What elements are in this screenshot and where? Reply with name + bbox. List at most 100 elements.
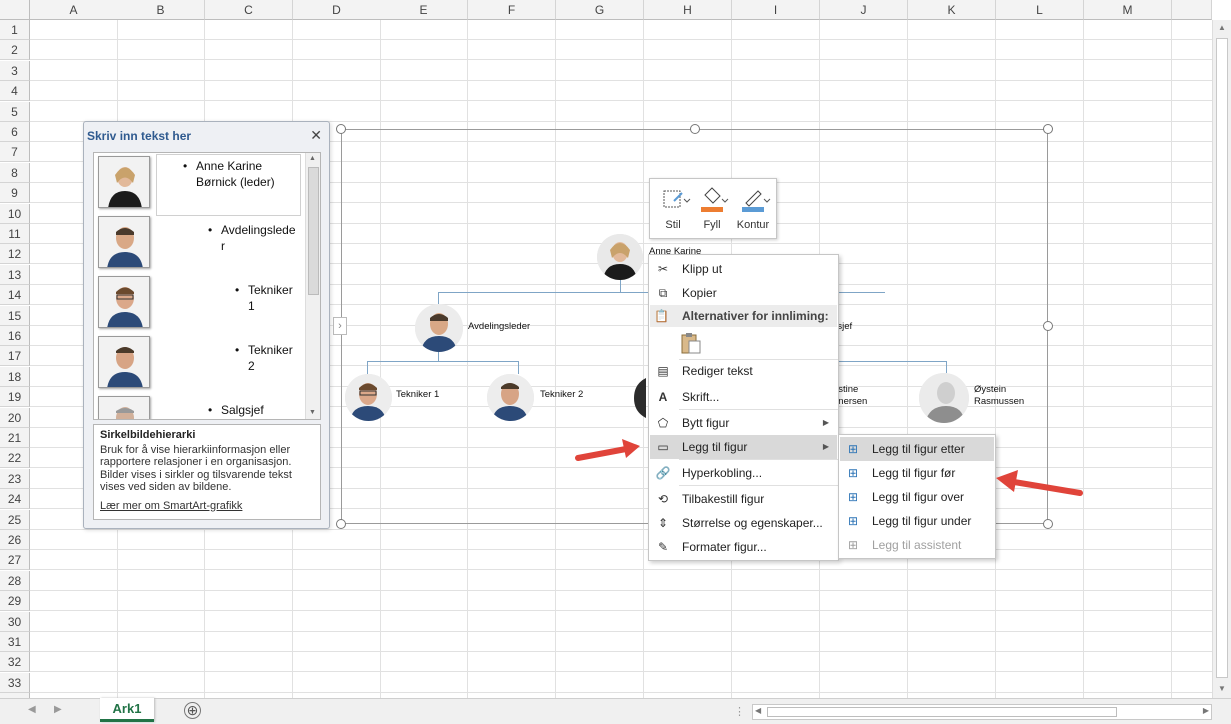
entry-text-2[interactable]: • Avdelingslede r [208,222,296,254]
row-header[interactable]: 12 [0,244,30,265]
row-header[interactable]: 3 [0,60,30,81]
column-header[interactable]: I [732,0,820,20]
row-header[interactable]: 13 [0,264,30,285]
menu-size-properties[interactable]: ⇕ Størrelse og egenskaper... [650,511,837,535]
menu-change-shape[interactable]: ⬠ Bytt figur ▶ [650,411,837,435]
style-button[interactable]: Stil [654,185,692,235]
entry-text-5[interactable]: • Salgsjef [208,402,264,418]
menu-reset-shape[interactable]: ⟲ Tilbakestill figur [650,487,837,511]
pane-scroll-thumb[interactable] [308,167,319,295]
expand-text-pane-tab[interactable]: › [333,317,347,335]
column-header[interactable]: D [293,0,381,20]
prev-sheet-icon[interactable]: ◀ [28,704,36,715]
vertical-scrollbar[interactable]: ▲ ▼ [1212,20,1231,698]
resize-handle[interactable] [336,519,346,529]
submenu-add-below[interactable]: ⊞ Legg til figur under [840,509,994,533]
add-sheet-icon[interactable]: ⊕ [184,702,201,719]
column-header[interactable] [1172,0,1212,20]
tab-split-handle-icon[interactable]: ⋮ [734,705,745,718]
row-header[interactable]: 32 [0,652,30,673]
column-header[interactable]: L [996,0,1084,20]
spreadsheet[interactable]: ABCDEFGHIJKLM 1 2 3 4 5 6 7 8 9 10 11 12 13 14 15 16 17 1… [0,0,1231,724]
node-photo-partial[interactable] [632,374,646,421]
entry-picture[interactable] [98,216,150,268]
row-header[interactable]: 4 [0,81,30,102]
resize-handle[interactable] [336,124,346,134]
scroll-right-icon[interactable]: ▶ [1203,706,1209,715]
row-header[interactable]: 23 [0,468,30,489]
entry-picture[interactable] [98,156,150,208]
row-header[interactable]: 20 [0,407,30,428]
node-photo-t2[interactable] [487,374,534,421]
outline-button[interactable]: Kontur [734,185,772,235]
row-header[interactable]: 27 [0,550,30,571]
node-photo-avdeling[interactable] [415,304,463,352]
menu-font[interactable]: A Skrift... [650,385,837,409]
menu-edit-text[interactable]: ▤ Rediger tekst [650,359,837,383]
row-header[interactable]: 31 [0,632,30,652]
node-photo-top[interactable] [597,234,643,280]
row-header[interactable]: 2 [0,40,30,61]
learn-more-link[interactable]: Lær mer om SmartArt-grafikk [100,500,314,513]
scroll-down-icon[interactable]: ▼ [309,409,316,416]
entry-picture[interactable] [98,396,150,419]
column-header[interactable]: B [117,0,205,20]
row-header[interactable]: 9 [0,183,30,204]
row-header[interactable]: 16 [0,326,30,346]
menu-add-shape[interactable]: ▭ Legg til figur ▶ [650,435,837,459]
resize-handle[interactable] [1043,124,1053,134]
horizontal-scroll-thumb[interactable] [767,707,1117,717]
add-shape-submenu[interactable]: ⊞ Legg til figur etter ⊞ Legg til figur fø… [838,434,996,559]
row-header[interactable]: 21 [0,428,30,448]
row-header[interactable]: 8 [0,162,30,183]
menu-format-shape[interactable]: ✎ Formater figur... [650,535,837,559]
resize-handle[interactable] [1043,519,1053,529]
column-header[interactable]: C [205,0,293,20]
column-header[interactable]: E [380,0,468,20]
column-header[interactable]: G [556,0,644,20]
entry-picture[interactable] [98,336,150,388]
row-header[interactable]: 28 [0,570,30,591]
row-header[interactable]: 24 [0,489,30,510]
column-header[interactable]: K [908,0,996,20]
close-icon[interactable]: ✕ [310,127,322,144]
row-header[interactable]: 11 [0,224,30,244]
scroll-left-icon[interactable]: ◀ [755,706,761,715]
submenu-add-before[interactable]: ⊞ Legg til figur før [840,461,994,485]
mini-toolbar[interactable]: Stil Fyll Kontur [649,178,777,239]
row-header[interactable]: 5 [0,101,30,122]
entry-text-4[interactable]: • Tekniker 2 [235,342,293,374]
row-header[interactable]: 22 [0,448,30,469]
row-header[interactable]: 29 [0,591,30,612]
submenu-add-after[interactable]: ⊞ Legg til figur etter [840,437,994,461]
pane-entry-list[interactable]: • Anne Karine Børnick (leder) • Avdelingsle… [93,152,321,420]
column-header[interactable]: J [820,0,908,20]
column-header[interactable]: F [468,0,556,20]
row-header[interactable]: 18 [0,366,30,387]
submenu-add-above[interactable]: ⊞ Legg til figur over [840,485,994,509]
resize-handle[interactable] [690,124,700,134]
scroll-up-icon[interactable]: ▲ [1213,20,1231,36]
menu-cut[interactable]: ✂ Klipp ut [650,257,837,281]
row-header[interactable]: 19 [0,387,30,408]
row-header[interactable]: 6 [0,122,30,142]
row-header[interactable]: 15 [0,305,30,326]
node-photo-t1[interactable] [345,374,392,421]
row-header[interactable]: 33 [0,672,30,693]
row-header[interactable]: 10 [0,203,30,224]
vertical-scroll-thumb[interactable] [1216,38,1228,678]
pane-scrollbar[interactable]: ▲ ▼ [305,153,320,419]
next-sheet-icon[interactable]: ▶ [54,704,62,715]
scroll-up-icon[interactable]: ▲ [309,155,316,162]
paste-option-button[interactable] [679,331,703,355]
menu-copy[interactable]: ⧉ Kopier [650,281,837,305]
menu-hyperlink[interactable]: 🔗 Hyperkobling... [650,461,837,485]
fill-button[interactable]: Fyll [693,185,731,235]
row-header[interactable]: 30 [0,611,30,632]
row-header[interactable]: 26 [0,530,30,550]
column-header[interactable]: M [1084,0,1172,20]
row-header[interactable]: 7 [0,142,30,163]
column-header[interactable]: H [644,0,732,20]
resize-handle[interactable] [1043,321,1053,331]
entry-text-1[interactable]: • Anne Karine Børnick (leder) [183,158,275,190]
